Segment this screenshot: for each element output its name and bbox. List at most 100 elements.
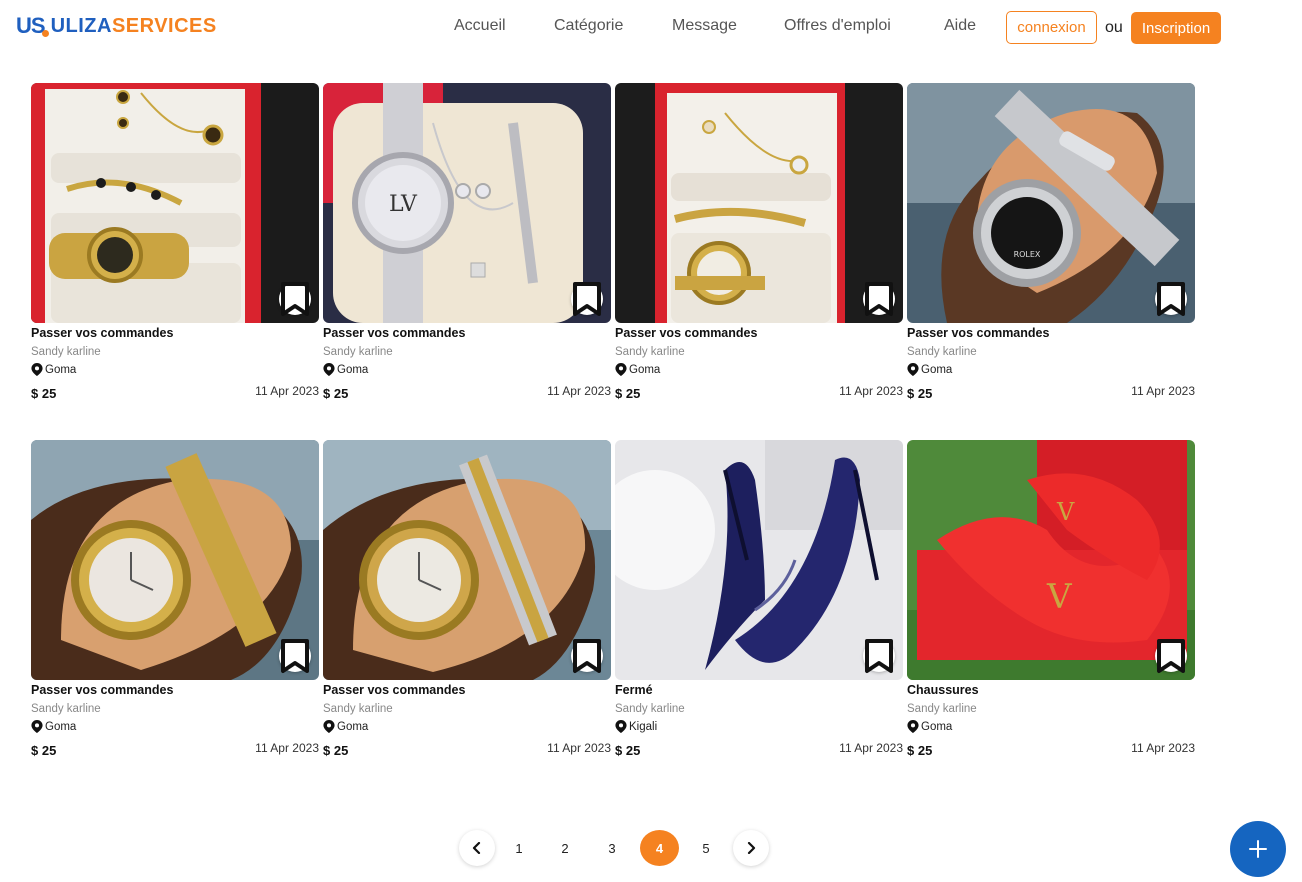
listing-card[interactable]: ROLEX Passer vos commandes Sandy karline… [907, 83, 1195, 440]
listing-date: 11 Apr 2023 [839, 741, 903, 755]
bookmark-icon [281, 282, 309, 316]
listing-price: $ 25 [907, 386, 933, 401]
svg-text:ROLEX: ROLEX [1014, 250, 1041, 259]
location-pin-icon [907, 720, 919, 733]
listing-location: Goma [323, 363, 368, 376]
location-pin-icon [907, 363, 919, 376]
listing-location: Goma [31, 363, 76, 376]
page-button-2[interactable]: 2 [547, 830, 583, 866]
listing-price: $ 25 [31, 386, 57, 401]
page-button-1[interactable]: 1 [501, 830, 537, 866]
listing-image[interactable] [31, 440, 319, 680]
plus-icon [1249, 840, 1267, 858]
two-tone-watch-hand-photo [323, 440, 611, 680]
page-button-4-current[interactable]: 4 [640, 830, 679, 866]
bookmark-button[interactable] [863, 639, 895, 673]
listing-seller: Sandy karline [907, 346, 977, 358]
nav-item-accueil[interactable]: Accueil [454, 17, 506, 35]
listing-card[interactable]: Passer vos commandes Sandy karline Goma … [615, 83, 903, 440]
listing-image[interactable]: V V [907, 440, 1195, 680]
add-listing-button[interactable] [1230, 821, 1286, 877]
listing-card[interactable]: LV Passer vos commandes Sandy karline Go… [323, 83, 611, 440]
listing-title[interactable]: Chaussures [907, 683, 979, 697]
nav-item-aide[interactable]: Aide [944, 17, 976, 35]
listing-location: Kigali [615, 720, 657, 733]
listing-seller: Sandy karline [323, 346, 393, 358]
listing-seller: Sandy karline [907, 703, 977, 715]
listing-date: 11 Apr 2023 [547, 384, 611, 398]
bookmark-button[interactable] [279, 639, 311, 673]
bookmark-button[interactable] [1155, 282, 1187, 316]
bookmark-button[interactable] [279, 282, 311, 316]
listing-image[interactable]: ROLEX [907, 83, 1195, 323]
listing-title[interactable]: Passer vos commandes [31, 683, 173, 697]
listing-date: 11 Apr 2023 [1131, 384, 1195, 398]
listing-date: 11 Apr 2023 [839, 384, 903, 398]
listing-card[interactable]: Passer vos commandes Sandy karline Goma … [31, 83, 319, 440]
listing-price: $ 25 [907, 743, 933, 758]
listing-price: $ 25 [615, 743, 641, 758]
listing-price: $ 25 [323, 743, 349, 758]
listing-date: 11 Apr 2023 [547, 741, 611, 755]
red-shoes-photo: V V [907, 440, 1195, 680]
prev-page-button[interactable] [459, 830, 495, 866]
listing-title[interactable]: Passer vos commandes [907, 326, 1049, 340]
listing-image[interactable] [31, 83, 319, 323]
bookmark-button[interactable] [1155, 639, 1187, 673]
nav-item-offres-emploi[interactable]: Offres d'emploi [784, 17, 891, 35]
listing-seller: Sandy karline [31, 346, 101, 358]
or-separator: ou [1105, 19, 1123, 36]
location-pin-icon [31, 363, 43, 376]
bookmark-icon [1157, 639, 1185, 673]
listing-date: 11 Apr 2023 [255, 384, 319, 398]
svg-text:V: V [1046, 577, 1073, 617]
listing-title[interactable]: Passer vos commandes [323, 326, 465, 340]
listing-card[interactable]: Fermé Sandy karline Kigali $ 25 11 Apr 2… [615, 440, 903, 797]
listing-title[interactable]: Passer vos commandes [31, 326, 173, 340]
bookmark-button[interactable] [571, 282, 603, 316]
listing-image[interactable] [615, 83, 903, 323]
svg-text:LV: LV [389, 192, 418, 217]
nav-item-categorie[interactable]: Catégorie [554, 17, 623, 35]
listing-image[interactable]: LV [323, 83, 611, 323]
listing-card[interactable]: V V Chaussures Sandy karline Goma $ 25 1… [907, 440, 1195, 797]
bookmark-icon [281, 639, 309, 673]
listing-title[interactable]: Passer vos commandes [615, 326, 757, 340]
page-button-5[interactable]: 5 [688, 830, 724, 866]
chevron-left-icon [472, 842, 481, 854]
silver-watch-hand-photo: ROLEX [907, 83, 1195, 323]
page-button-3[interactable]: 3 [594, 830, 630, 866]
listing-location: Goma [907, 363, 952, 376]
listing-card[interactable]: Passer vos commandes Sandy karline Goma … [31, 440, 319, 797]
listing-price: $ 25 [31, 743, 57, 758]
listing-image[interactable] [615, 440, 903, 680]
listing-title[interactable]: Fermé [615, 683, 653, 697]
bookmark-icon [865, 282, 893, 316]
location-pin-icon [615, 363, 627, 376]
header: US ULIZASERVICES Accueil Catégorie Messa… [0, 0, 1302, 56]
location-pin-icon [31, 720, 43, 733]
listing-location: Goma [907, 720, 952, 733]
listing-card[interactable]: Passer vos commandes Sandy karline Goma … [323, 440, 611, 797]
listing-image[interactable] [323, 440, 611, 680]
next-page-button[interactable] [733, 830, 769, 866]
nav-item-message[interactable]: Message [672, 17, 737, 35]
login-button[interactable]: connexion [1006, 11, 1097, 44]
signup-button[interactable]: Inscription [1131, 12, 1221, 44]
listing-seller: Sandy karline [615, 703, 685, 715]
gold-watch-hand-photo [31, 440, 319, 680]
bookmark-button[interactable] [571, 639, 603, 673]
bookmark-button[interactable] [863, 282, 895, 316]
bookmark-icon [573, 282, 601, 316]
gold-jewelry-set-photo [615, 83, 903, 323]
svg-text:V: V [1056, 498, 1075, 526]
listing-seller: Sandy karline [323, 703, 393, 715]
listing-title[interactable]: Passer vos commandes [323, 683, 465, 697]
listing-location: Goma [615, 363, 660, 376]
listing-grid: Passer vos commandes Sandy karline Goma … [31, 83, 1195, 797]
listing-price: $ 25 [615, 386, 641, 401]
location-pin-icon [323, 363, 335, 376]
listing-date: 11 Apr 2023 [1131, 741, 1195, 755]
listing-location: Goma [323, 720, 368, 733]
jewelry-set-photo [31, 83, 319, 323]
